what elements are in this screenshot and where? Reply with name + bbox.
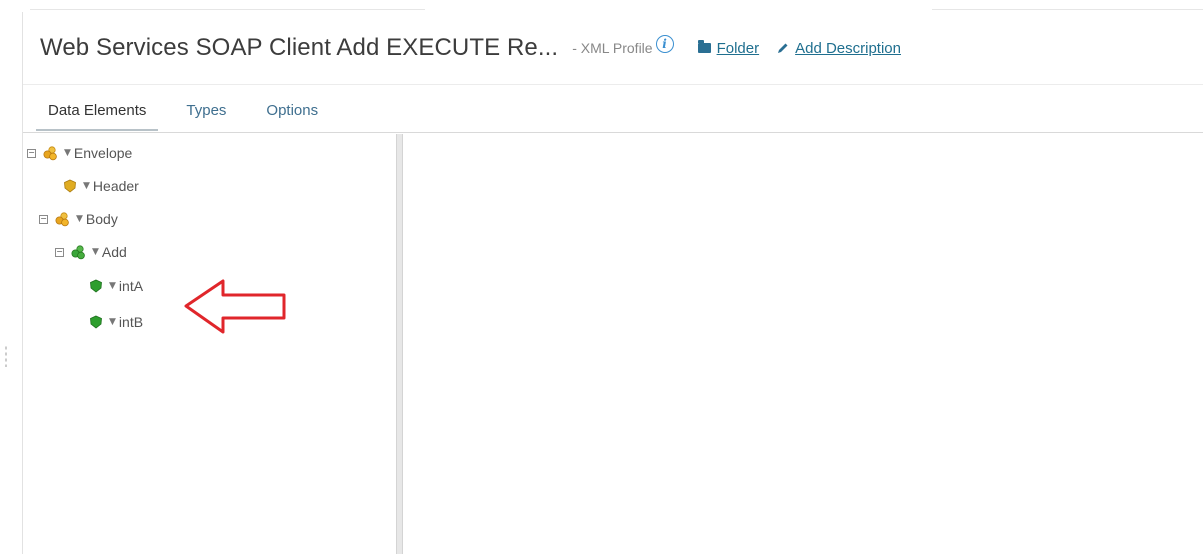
- folder-link[interactable]: Folder: [697, 39, 760, 57]
- tab-divider: [23, 132, 1203, 133]
- collapse-toggle[interactable]: −: [27, 148, 36, 158]
- tree-node-label: Header: [92, 178, 139, 194]
- folder-link-label: Folder: [716, 39, 760, 57]
- tree-node-header[interactable]: ▼ Header: [63, 175, 139, 197]
- pencil-icon: [778, 43, 788, 53]
- multi-element-icon: [55, 211, 69, 226]
- element-icon: [90, 279, 102, 293]
- info-icon[interactable]: i: [655, 35, 674, 53]
- data-elements-tree: − ▼ Envelope ▼ Header − ▼ Body − ▼ Add ▼…: [23, 134, 396, 554]
- tab-bar: Data Elements Types Options: [36, 94, 330, 131]
- add-description-link[interactable]: Add Description: [777, 40, 901, 57]
- tab-options[interactable]: Options: [254, 94, 330, 131]
- folder-icon: [697, 40, 711, 53]
- tree-node-body[interactable]: − ▼ Body: [39, 208, 118, 230]
- tree-node-add[interactable]: − ▼ Add: [55, 241, 127, 263]
- collapse-toggle[interactable]: −: [39, 214, 48, 224]
- caret-down-icon[interactable]: ▼: [76, 214, 83, 224]
- tree-node-label: Envelope: [73, 145, 133, 161]
- add-description-label: Add Description: [795, 39, 901, 57]
- tree-node-label: intA: [118, 278, 144, 294]
- collapse-toggle[interactable]: −: [55, 247, 64, 257]
- tree-node-label: Body: [85, 211, 118, 227]
- profile-type-label: - XML Profile: [572, 40, 653, 56]
- caret-down-icon[interactable]: ▼: [109, 317, 116, 327]
- profile-header: Web Services SOAP Client Add EXECUTE Re.…: [40, 28, 901, 68]
- tab-types[interactable]: Types: [174, 94, 238, 131]
- tree-node-label: intB: [118, 314, 144, 330]
- caret-down-icon[interactable]: ▼: [83, 181, 90, 191]
- header-divider: [23, 84, 1203, 85]
- tab-data-elements[interactable]: Data Elements: [36, 94, 159, 131]
- arrow-left-icon: [184, 279, 286, 334]
- element-icon: [90, 315, 102, 329]
- tree-node-label: Add: [101, 244, 127, 260]
- top-edge: [0, 0, 1203, 10]
- tree-node-intb[interactable]: ▼ intB: [89, 311, 143, 333]
- multi-element-icon: [71, 244, 85, 259]
- tree-node-inta[interactable]: ▼ intA: [89, 275, 143, 297]
- caret-down-icon[interactable]: ▼: [109, 281, 116, 291]
- panel-splitter[interactable]: [396, 134, 403, 554]
- page-title: Web Services SOAP Client Add EXECUTE Re.…: [40, 34, 559, 61]
- caret-down-icon[interactable]: ▼: [92, 247, 99, 257]
- element-details-panel: [403, 134, 1203, 554]
- tree-node-envelope[interactable]: − ▼ Envelope: [27, 142, 132, 164]
- element-icon: [64, 179, 76, 193]
- multi-element-icon: [43, 145, 57, 160]
- caret-down-icon[interactable]: ▼: [64, 148, 71, 158]
- side-grip-handle[interactable]: [5, 345, 7, 367]
